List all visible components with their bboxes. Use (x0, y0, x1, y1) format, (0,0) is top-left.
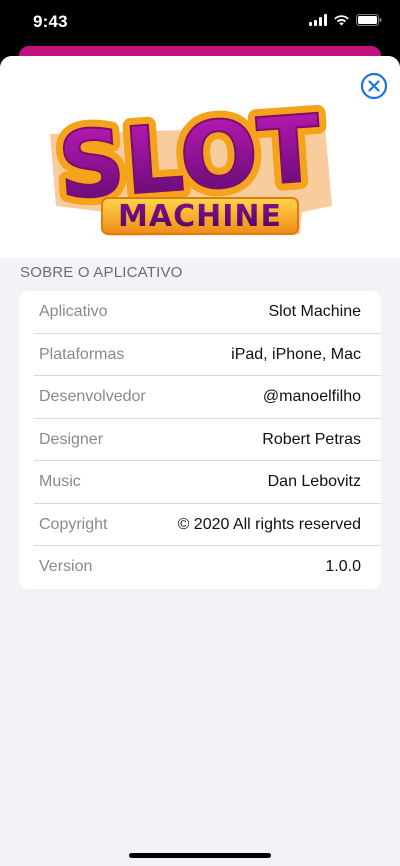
row-value: 1.0.0 (325, 558, 361, 576)
section-header: SOBRE O APLICATIVO (20, 264, 183, 281)
list-row-music: Music Dan Lebovitz (19, 461, 381, 504)
row-label: Designer (39, 430, 104, 448)
logo-header: SLOT SLOT MACHINE (0, 56, 400, 258)
list-row-plataformas: Plataformas iPad, iPhone, Mac (19, 334, 381, 377)
logo-text-machine: MACHINE (118, 199, 282, 234)
row-value: © 2020 All rights reserved (177, 515, 361, 533)
row-label: Copyright (39, 515, 108, 533)
row-value: Dan Lebovitz (267, 473, 361, 491)
app-screen: 9:43 SLOT SLOT MACHINE SOBRE O APLICATIV… (0, 0, 400, 866)
status-time: 9:43 (33, 12, 68, 31)
row-label: Version (39, 558, 93, 576)
status-icons (309, 14, 382, 26)
close-circle-icon[interactable] (360, 72, 388, 100)
row-label: Aplicativo (39, 303, 108, 321)
list-row-version: Version 1.0.0 (19, 546, 381, 589)
row-value: @manoelfilho (262, 388, 361, 406)
row-value: Slot Machine (268, 303, 362, 321)
slot-machine-logo: SLOT SLOT MACHINE (47, 94, 332, 236)
row-label: Desenvolvedor (39, 388, 146, 406)
status-bar: 9:43 (0, 0, 400, 46)
list-row-designer: Designer Robert Petras (19, 419, 381, 462)
battery-icon (356, 14, 382, 26)
row-label: Music (39, 473, 81, 491)
row-value: Robert Petras (262, 430, 361, 448)
info-sheet: SLOT SLOT MACHINE SOBRE O APLICATIVO Apl… (0, 56, 400, 866)
list-row-copyright: Copyright © 2020 All rights reserved (19, 504, 381, 547)
wifi-icon (334, 15, 349, 26)
list-row-desenvolvedor: Desenvolvedor @manoelfilho (19, 376, 381, 419)
row-label: Plataformas (39, 345, 125, 363)
list-row-aplicativo: Aplicativo Slot Machine (19, 291, 381, 334)
row-value: iPad, iPhone, Mac (231, 345, 361, 363)
app-info-list: Aplicativo Slot Machine Plataformas iPad… (19, 291, 381, 589)
home-indicator[interactable] (129, 853, 271, 858)
cellular-signal-icon (309, 14, 327, 26)
